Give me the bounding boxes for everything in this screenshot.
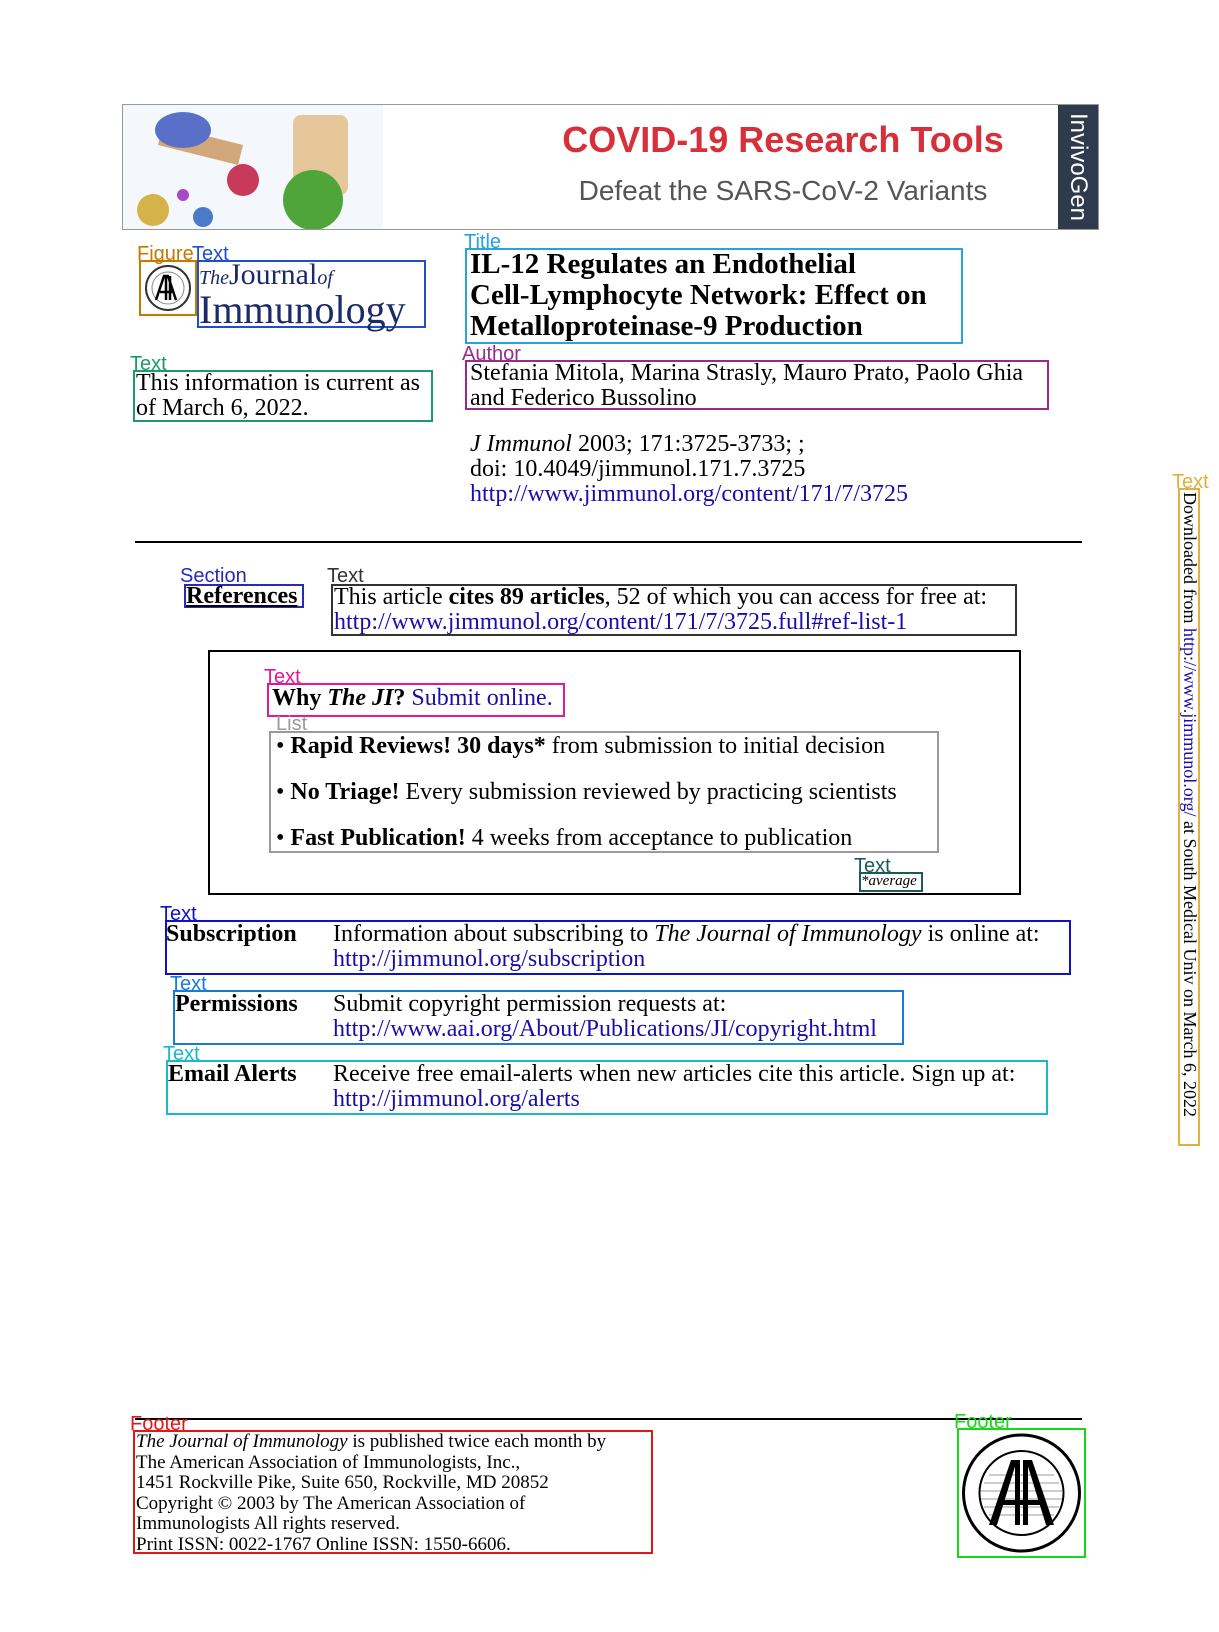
benefit-rest-0: from submission to initial decision (545, 733, 886, 759)
permissions-heading: Permissions (175, 991, 298, 1017)
article-title-line2: Cell-Lymphocyte Network: Effect on (470, 279, 927, 311)
journal-logo-immunology: Immunology (199, 287, 406, 332)
mallet-virus-illustration (123, 105, 383, 229)
benefit-item: • Rapid Reviews! 30 days* from submissio… (276, 733, 886, 759)
benefit-bold-2: Fast Publication! (290, 825, 466, 851)
footer-divider (135, 1418, 1082, 1420)
why-question: ? (393, 685, 406, 711)
citation-block: J Immunol 2003; 171:3725-3733; ; doi: 10… (470, 432, 908, 507)
alerts-url-link[interactable]: http://jimmunol.org/alerts (333, 1087, 1015, 1112)
average-note: *average (861, 873, 917, 889)
alerts-heading: Email Alerts (168, 1061, 297, 1087)
download-post: at South Medical Univ on March 6, 2022 (1180, 816, 1200, 1117)
footer-line1: The Journal of Immunology is published t… (136, 1431, 607, 1453)
aai-seal-logo (962, 1433, 1081, 1553)
subscription-post: is online at: (921, 921, 1040, 947)
currency-line2: of March 6, 2022. (136, 395, 309, 421)
benefit-bold-0: Rapid Reviews! 30 days* (290, 733, 546, 759)
footer-journal: The Journal of Immunology (136, 1431, 348, 1452)
references-count: cites 89 articles (448, 584, 605, 610)
subscription-heading: Subscription (166, 921, 297, 947)
article-title-line1: IL-12 Regulates an Endothelial (470, 248, 856, 280)
article-title-line3: Metalloproteinase-9 Production (470, 310, 863, 342)
alerts-text: Receive free email-alerts when new artic… (333, 1062, 1015, 1112)
label-text-download: Text (1172, 471, 1209, 493)
journal-logo-of: of (317, 267, 333, 289)
label-text-why: Text (264, 666, 301, 688)
alerts-line: Receive free email-alerts when new artic… (333, 1061, 1016, 1087)
references-pre: This article (334, 584, 449, 610)
download-pre: Downloaded from (1180, 492, 1200, 628)
subscription-text: Information about subscribing to The Jou… (333, 922, 1040, 972)
label-figure: Figure (137, 243, 194, 265)
ji-text: The JI (327, 685, 394, 711)
citation-journal: J Immunol (470, 431, 572, 457)
why-ji-line: Why The JI? Submit online. (272, 686, 553, 711)
benefit-item: • Fast Publication! 4 weeks from accepta… (276, 825, 853, 851)
benefit-item: • No Triage! Every submission reviewed b… (276, 779, 897, 805)
benefits-list: • Rapid Reviews! 30 days* from submissio… (276, 731, 897, 853)
footer-line4: Copyright © 2003 by The American Associa… (136, 1492, 526, 1514)
references-line: This article cites 89 articles, 52 of wh… (334, 585, 987, 610)
covid-banner-ad[interactable]: COVID-19 Research Tools Defeat the SARS-… (122, 104, 1099, 230)
permissions-line: Submit copyright permission requests at: (333, 991, 727, 1017)
benefit-rest-2: 4 weeks from acceptance to publication (465, 825, 853, 851)
authors-line2: and Federico Bussolino (470, 385, 697, 411)
article-authors: Stefania Mitola, Marina Strasly, Mauro P… (470, 361, 1023, 411)
footer-line5: Immunologists All rights reserved. (136, 1513, 400, 1534)
download-url-link[interactable]: http://www.jimmunol.org/ (1180, 628, 1200, 817)
header-divider (135, 541, 1082, 543)
references-url-link[interactable]: http://www.jimmunol.org/content/171/7/37… (334, 610, 987, 635)
article-url-link[interactable]: http://www.jimmunol.org/content/171/7/37… (470, 482, 908, 507)
footer-line1-rest: is published twice each month by (347, 1431, 607, 1452)
aai-small-logo (145, 265, 191, 311)
subscription-url-link[interactable]: http://jimmunol.org/subscription (333, 947, 1040, 972)
currency-text: This information is current as of March … (136, 371, 420, 421)
why-text: Why (272, 685, 328, 711)
benefit-rest-1: Every submission reviewed by practicing … (399, 779, 897, 805)
citation-line: J Immunol 2003; 171:3725-3733; ; (470, 432, 908, 457)
citation-rest: 2003; 171:3725-3733; ; (571, 431, 805, 457)
permissions-url-link[interactable]: http://www.aai.org/About/Publications/JI… (333, 1017, 877, 1042)
footer-line3: 1451 Rockville Pike, Suite 650, Rockvill… (136, 1472, 549, 1493)
benefit-bold-1: No Triage! (290, 779, 400, 805)
journal-logo: TheJournalof Immunology (199, 260, 406, 330)
journal-logo-the: The (199, 267, 229, 289)
permissions-text: Submit copyright permission requests at:… (333, 992, 877, 1042)
banner-title: COVID-19 Research Tools (562, 119, 1004, 160)
label-footer-seal: Footer (954, 1411, 1012, 1433)
references-heading: References (186, 583, 298, 609)
submit-online-link[interactable]: Submit online. (411, 685, 552, 711)
references-text: This article cites 89 articles, 52 of wh… (334, 585, 987, 635)
brand-name: InvivoGen (1065, 112, 1092, 222)
subscription-pre: Information about subscribing to (333, 921, 655, 947)
subscription-journal: The Journal of Immunology (654, 921, 922, 947)
article-title: IL-12 Regulates an Endothelial Cell-Lymp… (470, 249, 927, 342)
references-post: , 52 of which you can access for free at… (604, 584, 988, 610)
label-text-references: Text (327, 565, 364, 587)
footer-line2: The American Association of Immunologist… (136, 1451, 521, 1473)
footer-line6: Print ISSN: 0022-1767 Online ISSN: 1550-… (136, 1533, 511, 1555)
footer-text: The Journal of Immunology is published t… (136, 1431, 607, 1555)
banner-subtitle: Defeat the SARS-CoV-2 Variants (578, 175, 988, 206)
brand-sidebar: InvivoGen (1058, 105, 1098, 229)
subscription-line: Information about subscribing to The Jou… (333, 922, 1040, 947)
citation-doi: doi: 10.4049/jimmunol.171.7.3725 (470, 456, 806, 482)
currency-line1: This information is current as (136, 370, 420, 396)
authors-line1: Stefania Mitola, Marina Strasly, Mauro P… (470, 360, 1024, 386)
